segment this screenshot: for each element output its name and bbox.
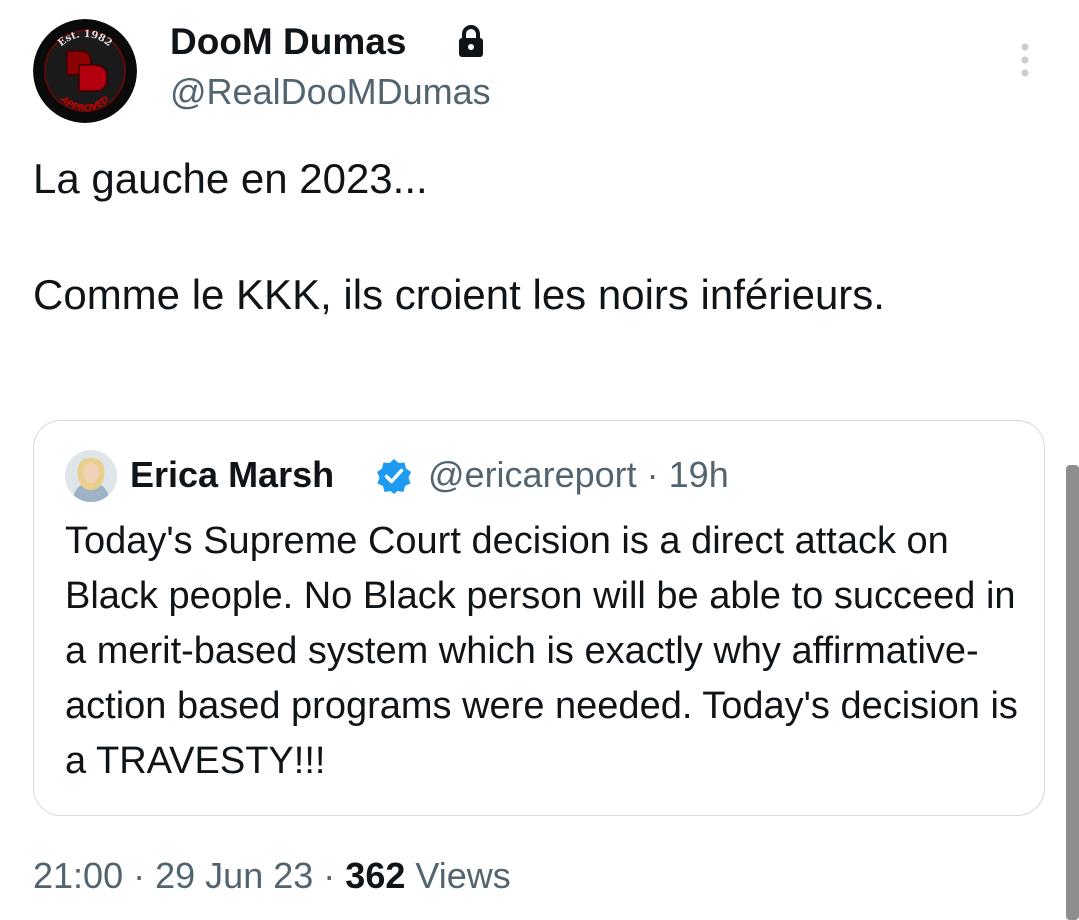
doom-dumas-logo-icon: Est. 1982 APPROVED: [33, 19, 137, 123]
author-handle[interactable]: @RealDooMDumas: [170, 68, 491, 116]
author-display-name[interactable]: DooM Dumas: [170, 18, 406, 66]
author-avatar[interactable]: Est. 1982 APPROVED: [33, 19, 137, 123]
quoted-meta: @ericareport · 19h: [428, 452, 729, 498]
separator-dot: ·: [133, 855, 146, 896]
quoted-author-avatar: [65, 450, 117, 502]
quoted-author-handle: @ericareport: [428, 454, 637, 495]
quoted-tweet-card[interactable]: Erica Marsh @ericareport · 19h Today's S…: [33, 420, 1045, 816]
tweet-time[interactable]: 21:00: [33, 855, 123, 896]
tweet-date[interactable]: 29 Jun 23: [155, 855, 313, 896]
tweet-footer: 21:00 · 29 Jun 23 · 362 Views: [33, 852, 511, 900]
views-count: 362: [345, 855, 406, 896]
quoted-tweet-text: Today's Supreme Court decision is a dire…: [65, 520, 1018, 782]
quoted-timestamp: 19h: [668, 454, 729, 495]
lock-icon: [459, 25, 483, 57]
quoted-author-display-name: Erica Marsh: [130, 454, 335, 495]
tweet-text: La gauche en 2023... Comme le KKK, ils c…: [33, 150, 1033, 324]
tweet-text-line: La gauche en 2023...: [33, 155, 428, 202]
views-label: Views: [415, 855, 511, 896]
scrollbar[interactable]: [1066, 465, 1079, 920]
separator-dot: ·: [323, 855, 336, 896]
separator-dot: ·: [646, 454, 659, 495]
verified-badge-icon: [377, 459, 411, 494]
tweet-text-line: Comme le KKK, ils croient les noirs infé…: [33, 271, 885, 318]
vertical-ellipsis-icon[interactable]: [1008, 40, 1042, 80]
